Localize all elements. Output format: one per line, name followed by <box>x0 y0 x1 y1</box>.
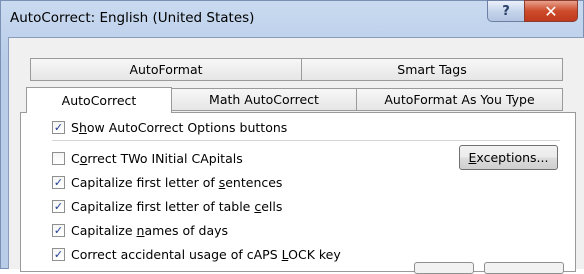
tab-label: AutoFormat As You Type <box>384 92 535 107</box>
separator <box>52 140 560 141</box>
checkbox[interactable]: ✓ <box>52 176 65 189</box>
checkbox[interactable]: ✓ <box>52 121 65 134</box>
tab-autoformat-as-you-type[interactable]: AutoFormat As You Type <box>356 88 563 111</box>
checkbox[interactable] <box>52 152 65 165</box>
checkmark-icon: ✓ <box>53 224 64 237</box>
checkmark-icon: ✓ <box>53 248 64 261</box>
option-label: Correct accidental usage of cAPS LOCK ke… <box>71 247 341 262</box>
capitalize-first-letter-table-cells-option[interactable]: ✓ Capitalize first letter of table cells <box>52 199 282 214</box>
tab-label: AutoCorrect <box>61 93 137 108</box>
correct-two-initial-capitals-option[interactable]: Correct TWo INitial CApitals <box>52 151 243 166</box>
checkbox[interactable]: ✓ <box>52 224 65 237</box>
checkbox[interactable]: ✓ <box>52 200 65 213</box>
title-bar: AutoCorrect: English (United States) ? ✕ <box>1 0 583 37</box>
tab-autocorrect[interactable]: AutoCorrect <box>26 87 172 113</box>
checkmark-icon: ✓ <box>53 176 64 189</box>
close-icon: ✕ <box>544 1 558 21</box>
tab-label: Smart Tags <box>397 62 467 77</box>
checkmark-icon: ✓ <box>53 200 64 213</box>
option-label: Capitalize names of days <box>71 223 229 238</box>
tab-math-autocorrect[interactable]: Math AutoCorrect <box>171 88 357 111</box>
tab-autoformat[interactable]: AutoFormat <box>30 58 302 81</box>
tab-smart-tags[interactable]: Smart Tags <box>301 58 563 81</box>
partial-control <box>414 262 474 274</box>
checkbox[interactable]: ✓ <box>52 248 65 261</box>
capitalize-names-of-days-option[interactable]: ✓ Capitalize names of days <box>52 223 228 238</box>
checkmark-icon: ✓ <box>53 121 64 134</box>
help-button[interactable]: ? <box>487 0 525 22</box>
tab-label: AutoFormat <box>129 62 203 77</box>
tab-label: Math AutoCorrect <box>209 92 319 107</box>
close-button[interactable]: ✕ <box>524 0 578 22</box>
correct-caps-lock-option[interactable]: ✓ Correct accidental usage of cAPS LOCK … <box>52 247 341 262</box>
capitalize-first-letter-sentences-option[interactable]: ✓ Capitalize first letter of sentences <box>52 175 282 190</box>
option-label: Show AutoCorrect Options buttons <box>71 120 288 135</box>
show-autocorrect-options-option[interactable]: ✓ Show AutoCorrect Options buttons <box>52 120 287 135</box>
option-label: Correct TWo INitial CApitals <box>71 151 243 166</box>
option-label: Capitalize first letter of sentences <box>71 175 283 190</box>
option-label: Capitalize first letter of table cells <box>71 199 283 214</box>
help-icon: ? <box>502 3 510 19</box>
exceptions-label: Exceptions... <box>468 150 549 165</box>
dialog-title: AutoCorrect: English (United States) <box>10 10 255 26</box>
exceptions-button[interactable]: Exceptions... <box>459 145 558 170</box>
partial-control <box>484 262 564 274</box>
